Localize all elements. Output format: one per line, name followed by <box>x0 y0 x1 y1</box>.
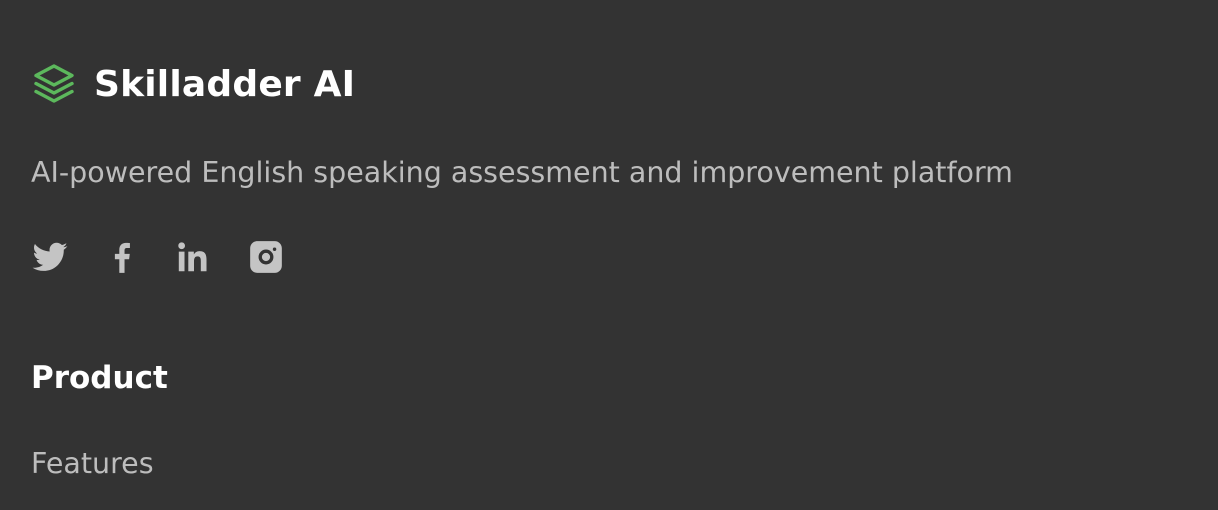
linkedin-link[interactable] <box>175 238 213 276</box>
footer: Skilladder AI AI-powered English speakin… <box>0 0 1218 510</box>
facebook-icon <box>114 242 130 273</box>
features-link[interactable]: Features <box>31 444 154 484</box>
product-section-title: Product <box>31 360 168 396</box>
facebook-link[interactable] <box>103 238 141 276</box>
linkedin-icon <box>178 242 207 272</box>
twitter-link[interactable] <box>31 238 69 276</box>
instagram-icon <box>250 241 282 273</box>
twitter-icon <box>32 242 68 271</box>
social-links <box>31 238 285 276</box>
brand-name: Skilladder AI <box>94 64 356 105</box>
instagram-link[interactable] <box>247 238 285 276</box>
layers-icon <box>34 64 74 103</box>
tagline: AI-powered English speaking assessment a… <box>31 156 1013 189</box>
brand[interactable]: Skilladder AI <box>31 60 355 110</box>
